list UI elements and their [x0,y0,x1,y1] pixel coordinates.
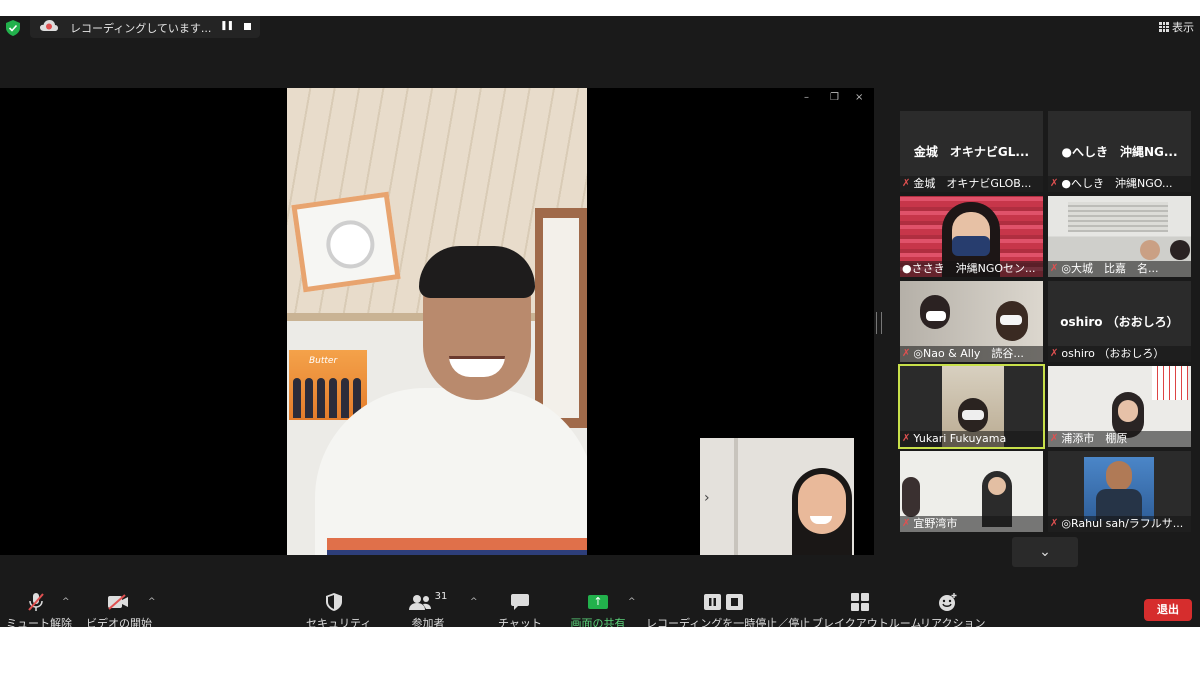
participants-button[interactable]: 31 参加者 [404,591,452,627]
speaker-video: Butter [287,88,587,555]
participant-tile[interactable]: ✗ ◎Rahul sah/ラフルサ... [1048,451,1191,532]
breakout-rooms-button[interactable]: ブレイクアウトルーム [812,591,921,627]
security-button[interactable]: セキュリティ [306,591,371,627]
participants-icon [408,595,431,610]
mic-muted-icon: ✗ [1050,178,1059,189]
video-off-icon [108,594,128,610]
unmute-button[interactable]: ミュート解除 [6,591,72,627]
share-options-caret-icon[interactable]: ^ [628,597,636,607]
participant-tile[interactable]: ✗ 浦添市 棚原 [1048,366,1191,447]
mic-muted-icon: ✗ [902,178,911,189]
recording-status-text: レコーディングしています... [70,22,212,35]
pause-stop-icon [704,594,743,610]
breakout-rooms-icon [851,593,869,611]
panel-resize-handle[interactable] [876,312,882,334]
participants-options-caret-icon[interactable]: ^ [470,597,478,607]
view-label: 表示 [1172,21,1194,34]
participants-count: 31 [434,591,448,602]
minimize-icon[interactable]: – [804,92,809,103]
pause-recording-icon[interactable]: ❚❚ [220,21,234,31]
share-screen-button[interactable]: ↑ 画面の共有 [568,591,628,627]
security-shield-icon [326,593,342,611]
mic-muted-icon: ✗ [902,518,911,529]
reactions-button[interactable]: リアクション [920,591,985,627]
participant-tile-active-speaker[interactable]: ✗ Yukari Fukuyama [898,364,1045,449]
participant-tile[interactable]: ✗ 宜野湾市 [900,451,1043,532]
meeting-toolbar: ミュート解除 ^ ビデオの開始 ^ セキュリティ 31 参加者 ^ チャット ↑… [0,583,1200,627]
ceiling-lamp [291,191,401,293]
chat-bubble-icon [511,594,529,610]
self-view-video[interactable]: › [700,438,854,555]
encryption-shield-icon[interactable] [6,20,20,36]
speaker-body [315,388,587,555]
collapse-arrow-icon[interactable]: › [704,490,710,506]
close-icon[interactable]: × [855,92,863,103]
chat-button[interactable]: チャット [498,591,542,627]
participant-tile[interactable]: ●へしき 沖縄NG... ✗ ●へしき 沖縄NGO... [1048,111,1191,192]
mic-muted-icon: ✗ [1050,263,1059,274]
stop-recording-icon[interactable] [244,23,251,30]
wall-poster: Butter [289,350,367,420]
participant-tile[interactable]: ✗ ◎Nao & Ally 読谷... [900,281,1043,362]
start-video-button[interactable]: ビデオの開始 [86,591,152,627]
next-page-chevron-icon[interactable]: ⌄ [1012,537,1078,567]
zoom-meeting-window: レコーディングしています... ❚❚ 表示 – ❐ × Butter › 金城 … [0,16,1200,627]
pause-stop-recording-button[interactable]: レコーディングを一時停止／停止 [646,591,810,627]
view-button[interactable]: 表示 [1159,19,1194,35]
mic-muted-icon: ✗ [1050,518,1059,529]
mic-muted-icon [28,593,44,611]
leave-meeting-button[interactable]: 退出 [1144,599,1192,621]
grid-view-icon [1159,22,1169,32]
mic-muted-icon: ✗ [1050,348,1059,359]
mic-muted-icon: ✗ [1050,433,1059,444]
restore-icon[interactable]: ❐ [830,92,839,103]
cloud-recording-icon [40,20,58,31]
participant-tile[interactable]: 金城 オキナビGL... ✗ 金城 オキナビGLOB... [900,111,1043,192]
emoji-reaction-icon [939,593,957,611]
active-speaker-stage: – ❐ × Butter › [0,88,874,555]
audio-options-caret-icon[interactable]: ^ [62,597,70,607]
mic-muted-icon: ✗ [902,348,911,359]
mic-muted-icon: ✗ [902,433,911,444]
participant-tile[interactable]: ●ささき 沖縄NGOセン... [900,196,1043,277]
share-screen-arrow-icon: ↑ [588,595,608,609]
participant-tile[interactable]: ✗ ◎大城 比嘉 名... [1048,196,1191,277]
recording-indicator: レコーディングしています... ❚❚ [30,16,260,38]
video-options-caret-icon[interactable]: ^ [148,597,156,607]
participant-tile[interactable]: oshiro （おおしろ） ✗ oshiro （おおしろ） [1048,281,1191,362]
